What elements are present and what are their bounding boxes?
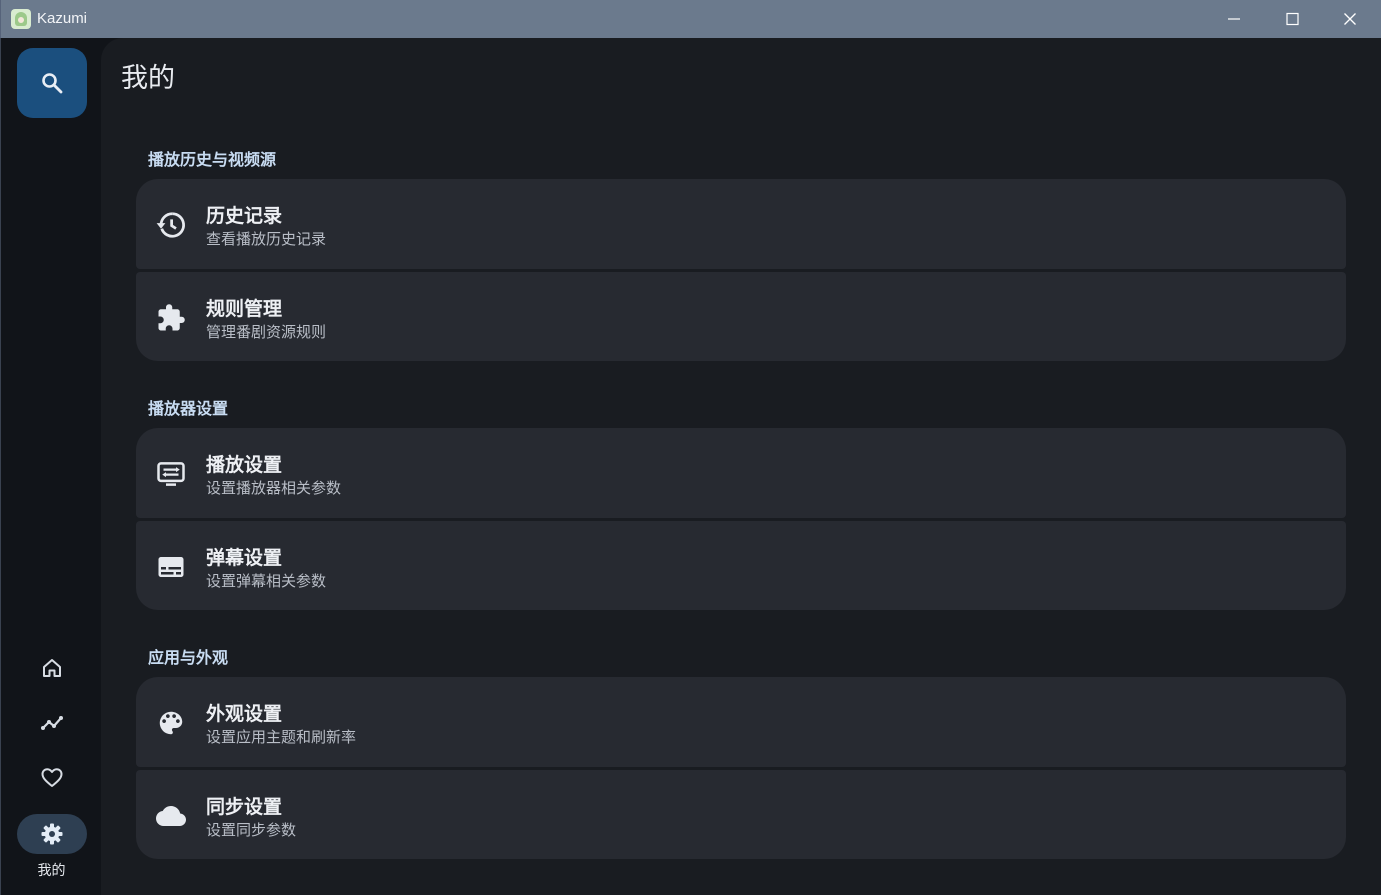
danmaku-settings-subtitle: 设置弹幕相关参数	[206, 572, 327, 590]
sync-settings-subtitle: 设置同步参数	[206, 821, 297, 839]
extension-icon	[158, 304, 185, 331]
playback-settings-item[interactable]: 播放设置 设置播放器相关参数	[136, 428, 1346, 518]
nav-my-button[interactable]	[17, 814, 87, 854]
section-title-history: 播放历史与视频源	[148, 150, 277, 169]
app-window: Kazumi 我的 我的 播放历史与视频源 历史记录 查看播放历史记录 规则管理…	[0, 0, 1381, 895]
close-icon	[1344, 13, 1356, 25]
close-button[interactable]	[1321, 0, 1379, 38]
history-subtitle: 查看播放历史记录	[206, 230, 327, 248]
title-bar[interactable]: Kazumi	[0, 0, 1381, 38]
timeline-icon	[41, 716, 63, 730]
nav-timeline-button[interactable]	[17, 705, 87, 741]
playback-settings-title: 播放设置	[206, 454, 283, 476]
section-title-appearance: 应用与外观	[148, 648, 229, 667]
settings-group-appearance: 外观设置 设置应用主题和刷新率 同步设置 设置同步参数	[136, 677, 1346, 859]
settings-group-history: 历史记录 查看播放历史记录 规则管理 管理番剧资源规则	[136, 179, 1346, 361]
main-panel: 我的 播放历史与视频源 历史记录 查看播放历史记录 规则管理 管理番剧资源规则	[101, 38, 1381, 895]
window-title: Kazumi	[37, 10, 88, 27]
appearance-settings-subtitle: 设置应用主题和刷新率	[206, 728, 357, 746]
section-title-player: 播放器设置	[148, 399, 229, 418]
nav-favorites-button[interactable]	[17, 760, 87, 796]
home-icon	[43, 659, 61, 677]
nav-my-label: 我的	[37, 863, 66, 879]
maximize-icon	[1286, 12, 1299, 26]
appearance-settings-item[interactable]: 外观设置 设置应用主题和刷新率	[136, 677, 1346, 767]
page-title: 我的	[121, 63, 175, 94]
minimize-button[interactable]	[1205, 0, 1263, 38]
danmaku-settings-title: 弹幕设置	[206, 547, 283, 569]
search-button[interactable]	[17, 48, 87, 118]
appearance-settings-title: 外观设置	[206, 703, 283, 725]
history-title: 历史记录	[206, 205, 283, 227]
rules-subtitle: 管理番剧资源规则	[206, 323, 327, 341]
subtitles-icon	[158, 557, 184, 577]
sync-settings-item[interactable]: 同步设置 设置同步参数	[136, 770, 1346, 859]
navigation-rail: 我的	[0, 38, 101, 895]
rules-item[interactable]: 规则管理 管理番剧资源规则	[136, 272, 1346, 361]
sync-settings-title: 同步设置	[206, 796, 283, 818]
palette-icon	[159, 711, 183, 735]
search-icon	[42, 73, 63, 94]
heart-icon	[41, 768, 63, 787]
gear-icon	[41, 823, 63, 845]
settings-group-player: 播放设置 设置播放器相关参数 弹幕设置 设置弹幕相关参数	[136, 428, 1346, 610]
nav-home-button[interactable]	[17, 650, 87, 686]
cloud-icon	[156, 806, 186, 826]
app-logo-icon	[11, 9, 31, 29]
playback-settings-subtitle: 设置播放器相关参数	[206, 479, 342, 497]
history-item[interactable]: 历史记录 查看播放历史记录	[136, 179, 1346, 269]
settings-display-icon	[157, 462, 185, 486]
minimize-icon	[1228, 18, 1240, 20]
history-icon	[156, 212, 185, 238]
maximize-button[interactable]	[1263, 0, 1321, 38]
rules-title: 规则管理	[206, 298, 283, 320]
danmaku-settings-item[interactable]: 弹幕设置 设置弹幕相关参数	[136, 521, 1346, 610]
